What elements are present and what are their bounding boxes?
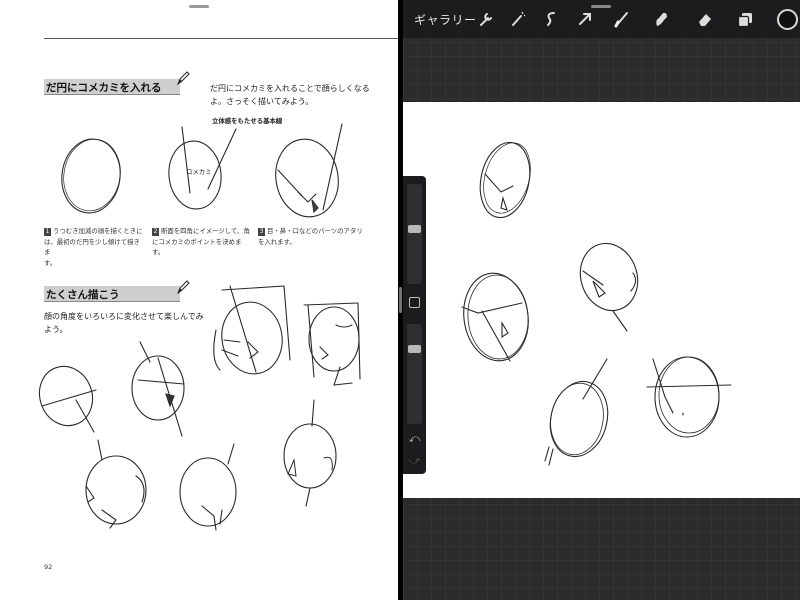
section1-intro-line2: よ。さっそく描いてみよう。 bbox=[210, 97, 314, 106]
canvas-sketch-head-5 bbox=[646, 356, 732, 438]
section2-intro-line2: よう。 bbox=[44, 325, 68, 334]
top-toolbar: ギャラリー bbox=[403, 0, 800, 38]
head-sketch-tilted bbox=[38, 365, 97, 433]
section1-title: だ円にコメカミを入れる bbox=[44, 79, 180, 95]
head-sketch-side-hair bbox=[213, 285, 291, 375]
header-rule bbox=[44, 38, 398, 39]
layers-icon[interactable] bbox=[735, 9, 755, 29]
modify-button[interactable] bbox=[409, 297, 420, 308]
page-number: 92 bbox=[44, 563, 53, 571]
brush-size-slider[interactable] bbox=[407, 184, 422, 284]
step2-caption: 2 断面を四角にイメージして、角 にコメカミのポイントを決めます。 bbox=[152, 226, 252, 258]
annotation-komekami: コメカミ bbox=[186, 168, 212, 176]
wrench-icon[interactable] bbox=[476, 9, 496, 29]
divider-handle[interactable] bbox=[399, 287, 402, 313]
canvas-sketch-head-1 bbox=[479, 141, 531, 219]
drawing-app: ギャラリー ⤺ ⤻ bbox=[403, 0, 800, 600]
transform-arrow-icon[interactable] bbox=[575, 9, 595, 29]
step3-number: 3 bbox=[258, 228, 265, 236]
step2-line1: 断面を四角にイメージして、角 bbox=[161, 227, 250, 235]
section1-intro-line1: だ円にコメカミを入れることで顔らしくなる bbox=[210, 84, 370, 93]
selection-icon[interactable] bbox=[541, 9, 561, 29]
smudge-icon[interactable] bbox=[651, 9, 671, 29]
step2-number: 2 bbox=[152, 228, 159, 236]
section2-title: たくさん描こう bbox=[44, 286, 180, 302]
brush-size-thumb[interactable] bbox=[408, 225, 421, 233]
drawing-canvas[interactable] bbox=[403, 102, 800, 498]
magic-wand-icon[interactable] bbox=[508, 9, 528, 29]
step3-line1: 目・鼻・口などのパーツのアタリ bbox=[267, 227, 363, 235]
book-page: だ円にコメカミを入れる だ円にコメカミを入れることで顔らしくなる よ。さっそく描… bbox=[0, 0, 398, 600]
step1-line1: うつむき加減の顔を描くときに bbox=[53, 227, 143, 235]
section2-intro: 顔の角度をいろいろに変化させて楽しんでみ よう。 bbox=[44, 310, 204, 336]
pencil-icon bbox=[176, 71, 190, 86]
head-sketch-front bbox=[131, 341, 185, 437]
redo-icon[interactable]: ⤻ bbox=[408, 454, 421, 468]
head-sketch-back bbox=[179, 443, 237, 531]
gallery-button[interactable]: ギャラリー bbox=[414, 11, 477, 28]
step1-line2: は、最初のだ円を少し傾けて描きま bbox=[44, 237, 140, 257]
section1-intro: だ円にコメカミを入れることで顔らしくなる よ。さっそく描いてみよう。 bbox=[210, 82, 370, 108]
step1-line3: す。 bbox=[44, 258, 57, 267]
canvas-sketch-head-3 bbox=[579, 242, 639, 332]
brush-sidebar: ⤺ ⤻ bbox=[403, 176, 426, 474]
brush-icon[interactable] bbox=[612, 9, 632, 29]
split-view-grabber[interactable] bbox=[189, 5, 209, 8]
canvas-sketch-head-2 bbox=[461, 272, 529, 362]
step3-parts-sketch bbox=[275, 123, 343, 218]
head-sketch-down bbox=[85, 439, 147, 529]
step1-oval-sketch bbox=[61, 138, 121, 214]
step2-line2: にコメカミのポイントを決めます。 bbox=[152, 237, 242, 257]
opacity-thumb[interactable] bbox=[408, 345, 421, 353]
opacity-slider[interactable] bbox=[407, 324, 422, 424]
section2-intro-line1: 顔の角度をいろいろに変化させて楽しんでみ bbox=[44, 312, 204, 321]
head-sketch-side-ear bbox=[283, 399, 337, 507]
color-picker-button[interactable] bbox=[777, 9, 798, 30]
step1-number: 1 bbox=[44, 228, 51, 236]
eraser-icon[interactable] bbox=[695, 9, 715, 29]
multitask-grabber[interactable] bbox=[591, 5, 611, 8]
pencil-icon bbox=[176, 280, 190, 295]
step3-line2: を入れます。 bbox=[258, 237, 296, 246]
step1-caption: 1 うつむき加減の顔を描くときに は、最初のだ円を少し傾けて描きま す。 bbox=[44, 226, 144, 268]
step3-caption: 3 目・鼻・口などのパーツのアタリ を入れます。 bbox=[258, 226, 366, 247]
head-sketch-upturned bbox=[303, 302, 361, 386]
canvas-sketch-head-4 bbox=[544, 358, 609, 466]
undo-icon[interactable]: ⤺ bbox=[408, 432, 421, 446]
